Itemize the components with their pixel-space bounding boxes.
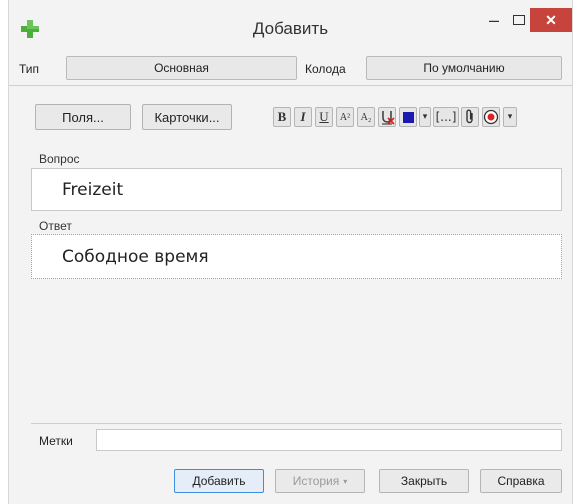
- close-button[interactable]: Закрыть: [379, 469, 469, 493]
- history-button[interactable]: История ▾: [275, 469, 365, 493]
- add-button[interactable]: Добавить: [174, 469, 264, 493]
- more-options-dropdown[interactable]: ▾: [503, 107, 517, 127]
- note-type-selector[interactable]: Основная: [66, 56, 297, 80]
- bold-button[interactable]: B: [273, 107, 291, 127]
- editor-toolbar: Поля... Карточки... B I U A² A₂ ▾ [...]: [9, 104, 572, 134]
- text-color-button[interactable]: [399, 107, 417, 127]
- history-label: История: [292, 474, 340, 488]
- close-icon: ✕: [545, 11, 557, 28]
- underline-button[interactable]: U: [315, 107, 333, 127]
- answer-field[interactable]: Собoдное время: [31, 234, 562, 279]
- color-swatch-icon: [402, 111, 414, 123]
- attach-button[interactable]: [461, 107, 479, 127]
- note-type-row: Тип Основная Колода По умолчанию: [9, 56, 572, 86]
- maximize-icon: [513, 15, 525, 25]
- minimize-icon: –: [488, 9, 499, 30]
- paperclip-icon: [466, 109, 473, 124]
- minimize-button[interactable]: –: [486, 8, 502, 32]
- cloze-button[interactable]: [...]: [433, 107, 459, 127]
- tags-label: Метки: [39, 434, 73, 448]
- type-label: Тип: [19, 62, 40, 76]
- cards-button[interactable]: Карточки...: [142, 104, 232, 130]
- subscript-button[interactable]: A₂: [357, 107, 375, 127]
- title-bar: Добавить – ✕: [9, 0, 572, 46]
- maximize-button[interactable]: [512, 8, 526, 32]
- text-color-dropdown[interactable]: ▾: [419, 107, 431, 127]
- record-icon: [483, 109, 499, 125]
- divider: [31, 423, 562, 424]
- question-field[interactable]: Freizeit: [31, 168, 562, 211]
- clear-format-button[interactable]: [378, 107, 396, 127]
- question-label: Вопрос: [39, 152, 80, 166]
- deck-selector[interactable]: По умолчанию: [366, 56, 562, 80]
- record-audio-button[interactable]: [482, 107, 500, 127]
- clear-format-icon: [382, 111, 395, 125]
- help-button[interactable]: Справка: [480, 469, 562, 493]
- close-window-button[interactable]: ✕: [530, 8, 572, 32]
- italic-button[interactable]: I: [294, 107, 312, 127]
- answer-label: Ответ: [39, 219, 72, 233]
- add-note-window: Добавить – ✕ Тип Основная Колода По умол…: [8, 0, 573, 504]
- tags-input[interactable]: [96, 429, 562, 451]
- superscript-button[interactable]: A²: [336, 107, 354, 127]
- fields-button[interactable]: Поля...: [35, 104, 131, 130]
- deck-label: Колода: [305, 62, 346, 76]
- chevron-down-icon: ▾: [343, 476, 348, 486]
